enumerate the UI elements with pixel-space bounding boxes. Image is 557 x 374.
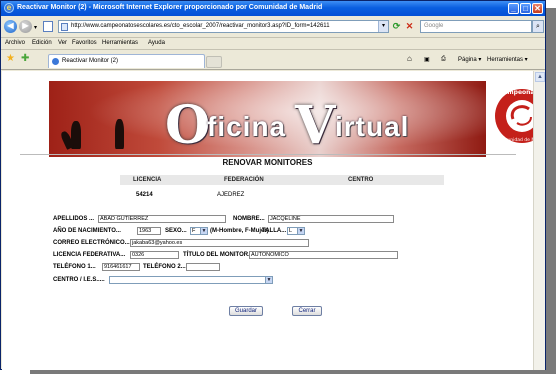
centro-label: CENTRO / I.E.S..... <box>53 277 105 283</box>
sexo-value: F <box>192 228 196 234</box>
tab-label: Reactivar Monitor (2) <box>62 58 119 64</box>
telefono1-label: TELÉFONO 1... <box>53 264 96 270</box>
telefono2-field[interactable] <box>186 263 220 271</box>
menu-archivo[interactable]: Archivo <box>5 40 25 46</box>
address-url: http://www.campeonatosescolares.es/cto_e… <box>71 23 330 29</box>
svg-text:Campeonatos: Campeonatos <box>499 89 533 96</box>
new-tab-button[interactable] <box>206 56 222 68</box>
header-federacion: FEDERACIÓN <box>224 177 264 183</box>
tools-menu-label: Herramientas <box>487 57 524 63</box>
scroll-up-icon[interactable]: ▲ <box>535 72 545 82</box>
header-licencia: LICENCIA <box>133 177 162 183</box>
feeds-icon[interactable]: ▣ <box>424 56 430 63</box>
vertical-scrollbar[interactable]: ▲ <box>533 71 545 370</box>
titulo-label: TÍTULO DEL MONITOR.. <box>183 252 252 258</box>
add-favorite-icon[interactable]: ✚ <box>21 54 29 64</box>
internet-explorer-icon: e <box>4 3 14 13</box>
forward-arrow-icon[interactable]: ▶ <box>19 20 32 33</box>
centro-select[interactable]: ▼ <box>109 276 273 284</box>
titulo-field[interactable]: AUTONOMICO <box>249 251 398 259</box>
refresh-icon[interactable]: ⟳ <box>391 21 402 32</box>
menu-favoritos[interactable]: Favoritos <box>72 40 97 46</box>
url-page-icon <box>61 23 68 31</box>
print-icon[interactable]: ⎙ <box>441 56 446 63</box>
talla-value: L <box>289 228 293 234</box>
home-icon[interactable]: ⌂ <box>407 54 412 63</box>
page-menu-label: Página <box>458 57 477 63</box>
sexo-select[interactable]: F ▼ <box>190 227 208 235</box>
address-toolbar: ◀ ▶ ▾ http://www.campeonatosescolares.es… <box>1 16 545 38</box>
search-input[interactable]: Google <box>420 20 532 33</box>
page-title: RENOVAR MONITORES <box>222 158 313 167</box>
tab-reactivar-monitor[interactable]: Reactivar Monitor (2) <box>48 54 205 68</box>
chevron-down-icon[interactable]: ▾ <box>34 24 37 31</box>
title-bar[interactable]: e Reactivar Monitor (2) - Microsoft Inte… <box>1 1 545 16</box>
oficina-virtual-banner: O ficina V irtual <box>49 81 486 157</box>
chevron-down-icon[interactable]: ▼ <box>297 228 304 234</box>
telefono1-field[interactable]: 916461617 <box>102 263 140 271</box>
nombre-field[interactable]: JACQELINE <box>268 215 394 223</box>
licencia-federativa-field[interactable]: 0326 <box>130 251 179 259</box>
menu-ver[interactable]: Ver <box>58 40 67 46</box>
minimize-button[interactable]: _ <box>508 3 519 14</box>
chevron-down-icon[interactable]: ▼ <box>200 228 207 234</box>
favorites-star-icon[interactable]: ★ <box>6 54 15 64</box>
nombre-label: NOMBRE... <box>233 216 265 222</box>
banner-word-virtual: irtual <box>335 111 410 142</box>
address-dropdown-icon[interactable]: ▾ <box>378 21 388 32</box>
page-menu[interactable]: Página ▾ <box>458 56 481 63</box>
save-button[interactable]: Guardar <box>229 306 263 316</box>
talla-label: TALLA... <box>262 228 287 234</box>
sexo-label: SEXO... <box>165 228 187 234</box>
tab-page-icon <box>52 58 59 65</box>
address-input[interactable]: http://www.campeonatosescolares.es/cto_e… <box>58 20 389 33</box>
sexo-hint: (M-Hombre, F-Mujer) <box>210 228 269 234</box>
maximize-button[interactable]: □ <box>520 3 531 14</box>
svg-text:Comunidad de Madrid: Comunidad de Madrid <box>497 137 533 143</box>
menu-edicion[interactable]: Edición <box>32 40 52 46</box>
banner-word-oficina: ficina <box>207 111 287 142</box>
nacimiento-label: AÑO DE NACIMIENTO... <box>53 228 121 234</box>
header-centro: CENTRO <box>348 177 374 183</box>
banner-letter-o: O <box>165 95 211 156</box>
menu-bar: Archivo Edición Ver Favoritos Herramient… <box>1 38 545 50</box>
row-federacion: AJEDREZ <box>217 192 245 198</box>
row-licencia: 54214 <box>136 192 153 198</box>
nacimiento-field[interactable]: 1963 <box>137 227 161 235</box>
search-icon[interactable]: ⌕ <box>532 20 544 33</box>
browser-window: e Reactivar Monitor (2) - Microsoft Inte… <box>0 0 546 370</box>
back-arrow-icon[interactable]: ◀ <box>4 20 17 33</box>
chevron-down-icon[interactable]: ▼ <box>265 277 272 283</box>
talla-select[interactable]: L ▼ <box>287 227 305 235</box>
telefono2-label: TELÉFONO 2... <box>143 264 186 270</box>
player-silhouette <box>115 119 124 149</box>
menu-ayuda[interactable]: Ayuda <box>148 40 165 46</box>
email-field[interactable]: jakaba63@yahoo.es <box>130 239 309 247</box>
table-header-row <box>120 175 444 185</box>
banner-letter-v: V <box>295 95 336 156</box>
window-title: Reactivar Monitor (2) - Microsoft Intern… <box>17 4 323 11</box>
stop-icon[interactable]: ✕ <box>404 21 415 32</box>
window-shadow-right <box>546 8 556 374</box>
page-icon <box>43 21 53 32</box>
favorites-bar: ★ ✚ Reactivar Monitor (2) ⌂ ▣ ⎙ Página ▾… <box>1 50 545 70</box>
search-placeholder: Google <box>424 23 444 29</box>
window-shadow-bottom <box>30 370 556 374</box>
close-window-button[interactable]: ✕ <box>532 3 543 14</box>
page-content: O ficina V irtual Campeonatos Comunidad … <box>2 71 533 370</box>
menu-herramientas[interactable]: Herramientas <box>102 40 138 46</box>
apellidos-field[interactable]: ABAD GUTIERREZ <box>98 215 226 223</box>
header-divider <box>20 154 516 155</box>
licencia-federativa-label: LICENCIA FEDERATIVA... <box>53 252 126 258</box>
correo-label: CORREO ELECTRÓNICO... <box>53 240 130 246</box>
close-button[interactable]: Cerrar <box>292 306 322 316</box>
tools-menu[interactable]: Herramientas ▾ <box>487 56 528 63</box>
campeonatos-logo: Campeonatos Comunidad de Madrid <box>495 89 533 143</box>
apellidos-label: APELLIDOS ... <box>53 216 95 222</box>
